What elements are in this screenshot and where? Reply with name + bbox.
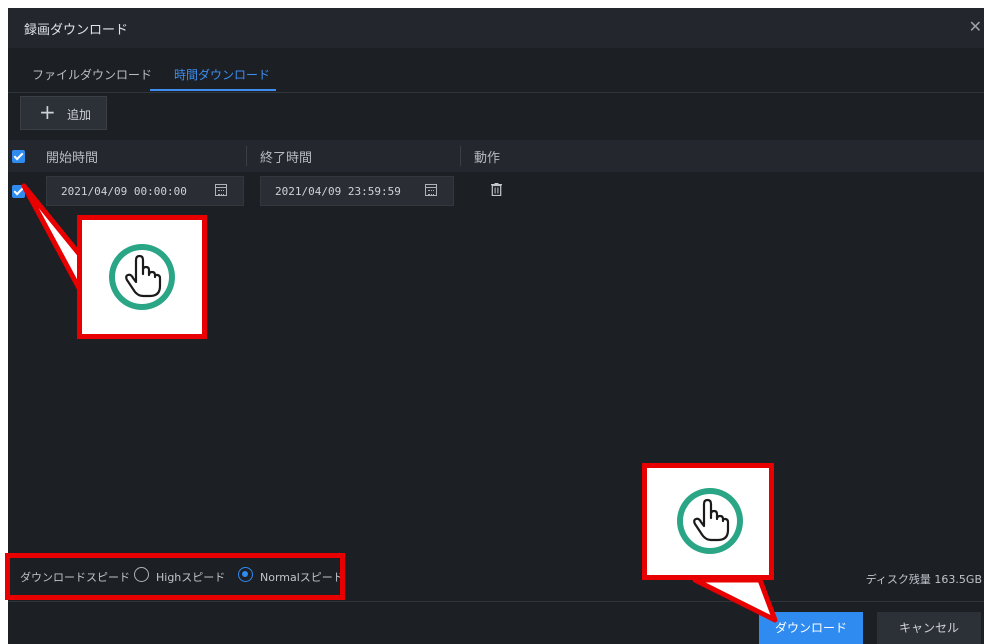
header-end-time: 終了時間 — [260, 151, 313, 166]
checkbox-callout — [77, 215, 207, 339]
tab-bar: ファイルダウンロード 時間ダウンロード — [8, 56, 984, 93]
column-divider — [460, 146, 461, 166]
add-button[interactable]: + 追加 — [20, 96, 107, 130]
table-header: 開始時間 終了時間 動作 — [8, 140, 984, 172]
plus-icon: + — [39, 100, 56, 124]
download-button[interactable]: ダウンロード — [759, 612, 863, 644]
download-speed-highlight — [5, 553, 345, 600]
dialog-footer: ダウンロード キャンセル — [8, 601, 984, 644]
dialog-titlebar: 録画ダウンロード ✕ — [8, 8, 984, 48]
cancel-button[interactable]: キャンセル — [877, 612, 981, 644]
tab-time-download[interactable]: 時間ダウンロード — [174, 66, 270, 83]
tab-file-download[interactable]: ファイルダウンロード — [32, 66, 152, 83]
start-time-value: 2021/04/09 00:00:00 — [61, 185, 187, 198]
active-tab-indicator — [150, 89, 276, 91]
row-checkbox[interactable] — [12, 185, 25, 198]
column-divider — [246, 146, 247, 166]
end-time-input[interactable]: 2021/04/09 23:59:59 — [260, 176, 454, 206]
disk-remaining: ディスク残量 163.5GB — [865, 573, 982, 586]
header-start-time: 開始時間 — [46, 151, 99, 166]
calendar-icon[interactable] — [425, 184, 437, 196]
select-all-checkbox[interactable] — [12, 150, 25, 163]
add-button-label: 追加 — [67, 108, 92, 122]
header-action: 動作 — [474, 151, 501, 166]
hand-pointer-icon — [677, 488, 743, 554]
start-time-input[interactable]: 2021/04/09 00:00:00 — [46, 176, 244, 206]
close-icon[interactable]: ✕ — [969, 17, 982, 36]
hand-pointer-icon — [109, 244, 175, 310]
calendar-icon[interactable] — [215, 184, 227, 196]
download-callout — [642, 463, 774, 580]
trash-icon[interactable] — [491, 183, 502, 196]
dialog-title: 録画ダウンロード — [24, 23, 129, 38]
end-time-value: 2021/04/09 23:59:59 — [275, 185, 401, 198]
table-row: 2021/04/09 00:00:00 2021/04/09 23:59:59 — [8, 176, 984, 212]
